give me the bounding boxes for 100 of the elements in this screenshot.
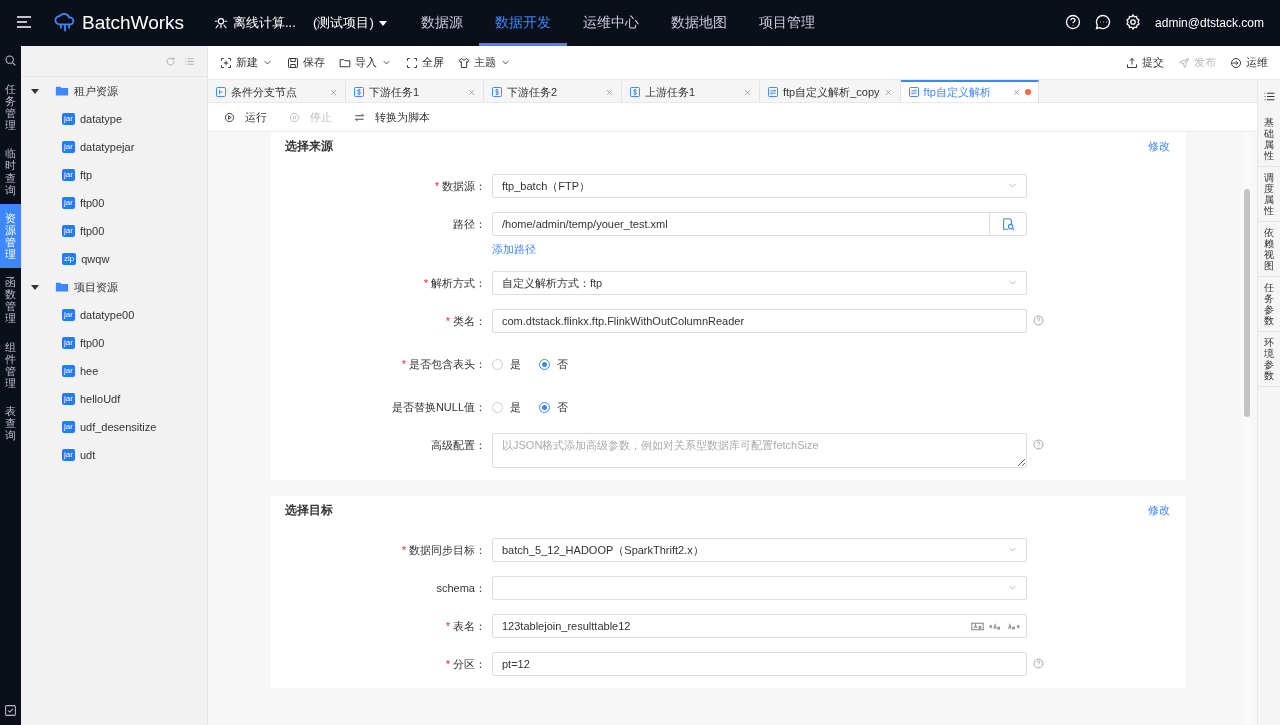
- nav-tab[interactable]: 运维中心: [566, 0, 655, 46]
- scrollbar-thumb[interactable]: [1244, 189, 1250, 417]
- close-icon: [467, 87, 476, 97]
- toolbar-button[interactable]: 保存: [287, 55, 325, 70]
- branch-icon: [215, 86, 227, 98]
- field-label: schema：: [435, 581, 487, 596]
- help-icon: [1033, 315, 1044, 326]
- caret-icon: [378, 20, 387, 26]
- close-icon: [883, 87, 893, 97]
- tree-item[interactable]: jar ftp00: [21, 217, 207, 245]
- tree-folder[interactable]: 租户资源: [21, 77, 207, 105]
- field-label: 是否替换NULL值：: [390, 400, 487, 415]
- radio-option[interactable]: 是: [492, 399, 521, 415]
- field-label: * 类名：: [444, 314, 487, 329]
- folder-icon: [55, 84, 69, 98]
- close-icon: [743, 87, 752, 97]
- select-field[interactable]: 自定义解析方式：ftp: [492, 271, 1027, 295]
- tree-item[interactable]: jar udt: [21, 441, 207, 469]
- side-tab[interactable]: 调度属性: [1258, 167, 1280, 222]
- run-bar-button[interactable]: 运行: [224, 109, 268, 125]
- text-field[interactable]: 123tablejoin_resulttable12: [492, 614, 1027, 638]
- section-title: 选择来源: [285, 137, 333, 155]
- nav-tab[interactable]: 数据地图: [654, 0, 743, 46]
- folder-icon: [339, 56, 351, 69]
- edit-link[interactable]: 修改: [1148, 138, 1170, 154]
- add-path-link[interactable]: 添加路径: [492, 242, 1027, 257]
- chat-icon: [1095, 13, 1112, 30]
- menu-icon: [16, 13, 32, 30]
- expand-icon[interactable]: [31, 87, 39, 95]
- tree-item[interactable]: jar datatype00: [21, 301, 207, 329]
- select-field[interactable]: ftp_batch（FTP）: [492, 174, 1027, 198]
- rail-tab[interactable]: 组件管理: [0, 332, 21, 397]
- nav-tab[interactable]: 数据源: [404, 0, 479, 46]
- rail-tab[interactable]: 临时查询: [0, 139, 21, 204]
- toolbar-button[interactable]: 全屏: [406, 55, 444, 70]
- tree-folder[interactable]: 项目资源: [21, 273, 207, 301]
- project-selector[interactable]: 离线计算... (测试项目): [214, 14, 387, 32]
- help-icon: [1065, 13, 1082, 30]
- radio-option[interactable]: 否: [539, 399, 568, 415]
- tree-item[interactable]: jar datatype: [21, 105, 207, 133]
- tree-item[interactable]: jar helloUdf: [21, 385, 207, 413]
- checklist-icon: [4, 704, 17, 717]
- refresh-icon: [165, 55, 176, 67]
- send-icon: [1178, 56, 1190, 69]
- fullscreen-icon: [406, 56, 418, 69]
- tree-item[interactable]: jar ftp: [21, 161, 207, 189]
- network-icon: [214, 16, 228, 30]
- dollar-icon: [353, 86, 365, 98]
- login-icon: [1230, 56, 1242, 69]
- tree-item[interactable]: jar ftp00: [21, 189, 207, 217]
- cloud-tree-icon: [54, 12, 76, 34]
- run-bar-button[interactable]: 转换为脚本: [354, 109, 431, 125]
- section-title: 选择目标: [285, 501, 333, 519]
- rail-tab[interactable]: 表查询: [0, 396, 21, 450]
- file-search-icon: [1001, 217, 1015, 231]
- nav-tab[interactable]: 项目管理: [742, 0, 831, 46]
- pause-icon: [289, 111, 301, 123]
- rail-tab[interactable]: 任务管理: [0, 75, 21, 140]
- plus-icon: [220, 56, 232, 69]
- tree-item[interactable]: zip qwqw: [21, 245, 207, 273]
- field-label: * 数据同步目标：: [400, 543, 487, 558]
- rail-tab[interactable]: 函数管理: [0, 268, 21, 333]
- toolbar-button[interactable]: 新建: [220, 55, 273, 70]
- user-email[interactable]: admin@dtstack.com: [1155, 16, 1264, 30]
- radio-option[interactable]: 否: [539, 356, 568, 372]
- text-field[interactable]: pt=12: [492, 652, 1027, 676]
- brand-name: BatchWorks: [82, 12, 185, 34]
- tree-item[interactable]: jar udf_desensitize: [21, 413, 207, 441]
- toolbar-button[interactable]: 运维: [1230, 55, 1268, 70]
- toolbar-button[interactable]: 导入: [339, 55, 392, 70]
- expand-icon[interactable]: [31, 283, 39, 291]
- shirt-icon: [458, 56, 470, 69]
- tree-item[interactable]: jar hee: [21, 357, 207, 385]
- help-icon: [1033, 658, 1044, 669]
- side-tab[interactable]: 依赖视图: [1258, 222, 1280, 277]
- list-icon: [184, 55, 195, 67]
- tree-item[interactable]: jar datatypejar: [21, 133, 207, 161]
- tree-item[interactable]: jar ftp00: [21, 329, 207, 357]
- radio-option[interactable]: 是: [492, 356, 521, 372]
- help-icon: [1033, 439, 1044, 450]
- side-tab[interactable]: 环境参数: [1258, 332, 1280, 387]
- text-field[interactable]: com.dtstack.flinkx.ftp.FlinkWithOutColumnReader: [492, 309, 1027, 333]
- toolbar-button[interactable]: 提交: [1126, 55, 1164, 70]
- swap-icon: [354, 111, 366, 123]
- close-icon: [605, 87, 614, 97]
- edit-link[interactable]: 修改: [1148, 502, 1170, 518]
- settings-icon: [1125, 13, 1142, 30]
- config-textarea[interactable]: 以JSON格式添加高级参数，例如对关系型数据库可配置fetchSize: [492, 433, 1027, 468]
- sync-icon: [907, 86, 920, 98]
- folder-icon: [55, 280, 69, 294]
- side-tab[interactable]: 基础属性: [1258, 112, 1280, 167]
- close-icon: [329, 87, 338, 97]
- field-label: 路径：: [452, 217, 487, 232]
- field-label: * 解析方式：: [422, 276, 487, 291]
- select-field[interactable]: batch_5_12_HADOOP（SparkThrift2.x）: [492, 538, 1027, 562]
- toolbar-button[interactable]: 主题: [458, 55, 511, 70]
- select-field[interactable]: [492, 576, 1027, 600]
- editor-tab[interactable]: ftp自定义解析: [900, 80, 1039, 102]
- side-tab[interactable]: 任务参数: [1258, 277, 1280, 332]
- path-field[interactable]: /home/admin/temp/youer_test.xml: [492, 212, 1027, 236]
